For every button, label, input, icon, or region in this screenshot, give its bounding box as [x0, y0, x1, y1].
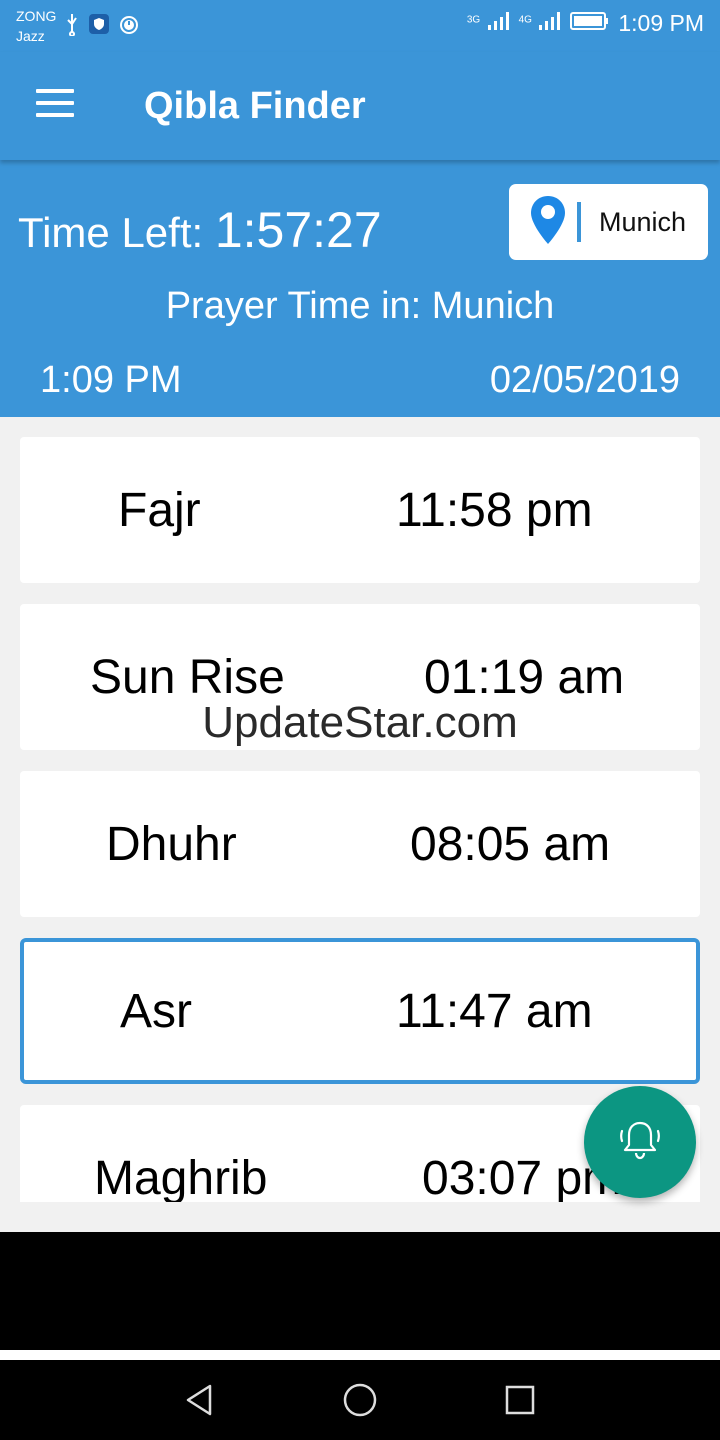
prayer-time: 11:47 am	[396, 984, 593, 1038]
status-icons-left	[64, 12, 140, 41]
signal-label-4g: 4G	[518, 14, 532, 26]
prayer-card-dhuhr[interactable]: Dhuhr 08:05 am	[20, 771, 700, 917]
carrier-name-1: ZONG	[16, 8, 57, 24]
prayer-card-asr[interactable]: Asr 11:47 am	[20, 938, 700, 1084]
location-button[interactable]: Munich	[509, 184, 708, 260]
carrier-info: ZONG Jazz	[16, 6, 56, 46]
prayer-name: Dhuhr	[106, 817, 237, 871]
menu-icon[interactable]	[36, 89, 76, 121]
signal-label-3g: 3G	[466, 14, 481, 26]
prayer-list[interactable]: Fajr 11:58 pm Sun Rise 01:19 am Dhuhr 08…	[0, 417, 720, 1202]
signal-icon-2: 4G	[519, 10, 563, 37]
divider	[0, 1350, 720, 1360]
usb-icon	[64, 12, 80, 41]
time-left-value: 1:57:27	[214, 202, 382, 258]
recents-icon[interactable]	[500, 1380, 540, 1420]
status-icons-right: 3G 4G 1:09 PM	[467, 10, 704, 37]
location-divider	[577, 202, 581, 242]
ad-banner-area	[0, 1232, 720, 1350]
prayer-time: 11:58 pm	[396, 483, 593, 537]
location-pin-icon	[509, 194, 567, 251]
shield-icon	[88, 13, 110, 40]
watermark: UpdateStar.com	[202, 698, 518, 747]
home-icon[interactable]	[340, 1380, 380, 1420]
carrier-name-2: Jazz	[16, 28, 45, 44]
status-time: 1:09 PM	[618, 10, 704, 36]
app-bar: Qibla Finder	[0, 52, 720, 160]
prayer-time-location: Prayer Time in: Munich	[165, 285, 555, 327]
list-bottom-spacer	[0, 1202, 720, 1232]
prayer-time: 08:05 am	[410, 817, 611, 871]
time-left-label: Time Left:	[18, 209, 204, 256]
prayer-card-fajr[interactable]: Fajr 11:58 pm	[20, 437, 700, 583]
alarm-button[interactable]	[584, 1086, 696, 1198]
time-left: Time Left: 1:57:27	[18, 200, 382, 263]
current-time: 1:09 PM	[40, 359, 182, 401]
timer-icon	[118, 13, 140, 40]
prayer-name: Maghrib	[94, 1151, 268, 1203]
location-label: Munich	[599, 206, 687, 237]
signal-icon: 3G	[467, 10, 511, 37]
prayer-header: Time Left: 1:57:27 Munich Prayer Time in…	[0, 160, 720, 417]
prayer-name: Asr	[120, 984, 192, 1038]
bell-icon	[614, 1114, 666, 1171]
back-icon[interactable]	[180, 1380, 220, 1420]
battery-icon	[570, 10, 610, 37]
current-date: 02/05/2019	[489, 359, 680, 401]
status-bar: ZONG Jazz 3G 4G 1:09 PM	[0, 0, 720, 52]
prayer-name: Fajr	[118, 483, 201, 537]
app-title: Qibla Finder	[144, 85, 366, 127]
navigation-bar	[0, 1360, 720, 1440]
